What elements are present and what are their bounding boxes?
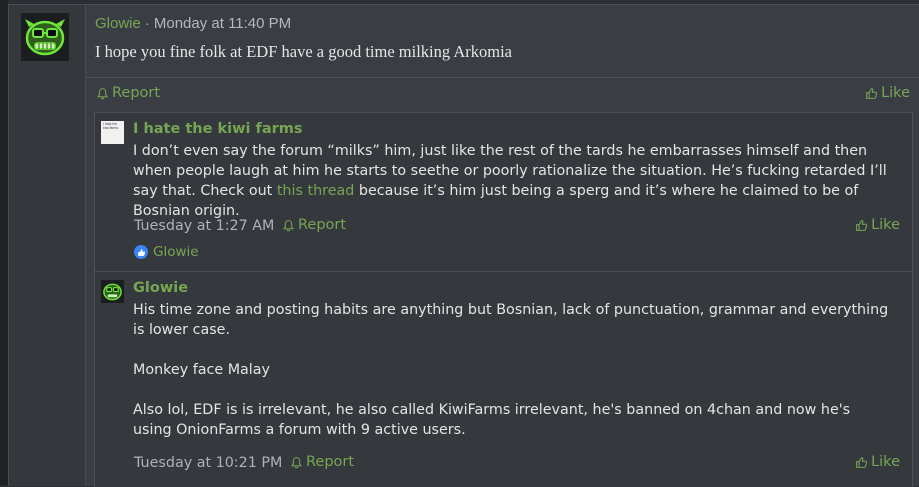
post-user-sidebar	[9, 5, 86, 486]
report-button[interactable]: Report	[282, 217, 346, 233]
report-label: Report	[298, 217, 347, 233]
reply-paragraph: Monkey face Malay	[133, 362, 271, 378]
page-left-rail	[0, 0, 8, 485]
reaction-summary[interactable]: Glowie	[134, 244, 199, 260]
like-button[interactable]: Like	[865, 85, 910, 101]
divider	[86, 77, 919, 78]
reply-author-link[interactable]: Glowie	[133, 280, 188, 296]
glowie-face-icon	[21, 13, 69, 61]
bell-alert-icon	[96, 87, 109, 99]
like-label: Like	[881, 85, 910, 101]
like-button[interactable]: Like	[855, 217, 900, 233]
post-main: Glowie · Monday at 11:40 PM I hope you fin…	[86, 5, 919, 487]
reply-item: I hate the kiwi farms I hate the kiwi fa…	[95, 113, 912, 272]
report-button[interactable]: Report	[96, 85, 160, 101]
post-author-link[interactable]: Glowie	[95, 15, 141, 32]
thumbs-up-icon	[856, 456, 868, 468]
reaction-user[interactable]: Glowie	[153, 244, 199, 260]
forum-post: Glowie · Monday at 11:40 PM I hope you fin…	[8, 4, 919, 487]
reply-author-link[interactable]: I hate the kiwi farms	[133, 121, 303, 137]
like-label: Like	[871, 454, 900, 470]
avatar-text: I hate the kiwi farms	[103, 122, 119, 130]
thumbs-up-icon	[856, 219, 868, 231]
report-button[interactable]: Report	[290, 454, 354, 470]
thumbs-up-icon	[866, 87, 878, 99]
like-label: Like	[871, 217, 900, 233]
thumbs-up-reaction-icon	[134, 245, 148, 259]
like-button[interactable]: Like	[855, 454, 900, 470]
header-separator: ·	[144, 15, 150, 32]
post-timestamp[interactable]: Monday at 11:40 PM	[154, 15, 291, 32]
avatar[interactable]	[21, 13, 69, 61]
avatar[interactable]	[101, 280, 124, 303]
reply-thread: I hate the kiwi farms I hate the kiwi fa…	[94, 112, 913, 487]
avatar[interactable]: I hate the kiwi farms	[101, 121, 124, 144]
reply-item: Glowie His time zone and posting habits …	[95, 272, 912, 487]
report-label: Report	[112, 85, 161, 101]
reply-timestamp[interactable]: Tuesday at 1:27 AM	[134, 218, 274, 234]
reply-text: His time zone and posting habits are any…	[133, 300, 893, 440]
reply-paragraph: His time zone and posting habits are any…	[133, 302, 889, 338]
post-body: I hope you fine folk at EDF have a good …	[95, 42, 513, 61]
report-label: Report	[306, 454, 355, 470]
reply-text: I don’t even say the forum “milks” him, …	[133, 141, 893, 221]
bell-alert-icon	[290, 456, 303, 468]
bell-alert-icon	[282, 219, 295, 231]
glowie-face-icon	[103, 283, 122, 301]
reply-timestamp[interactable]: Tuesday at 10:21 PM	[134, 455, 282, 471]
post-header: Glowie · Monday at 11:40 PM	[95, 15, 291, 32]
reply-paragraph: Also lol, EDF is is irrelevant, he also …	[133, 402, 851, 438]
thread-link[interactable]: this thread	[277, 183, 355, 199]
